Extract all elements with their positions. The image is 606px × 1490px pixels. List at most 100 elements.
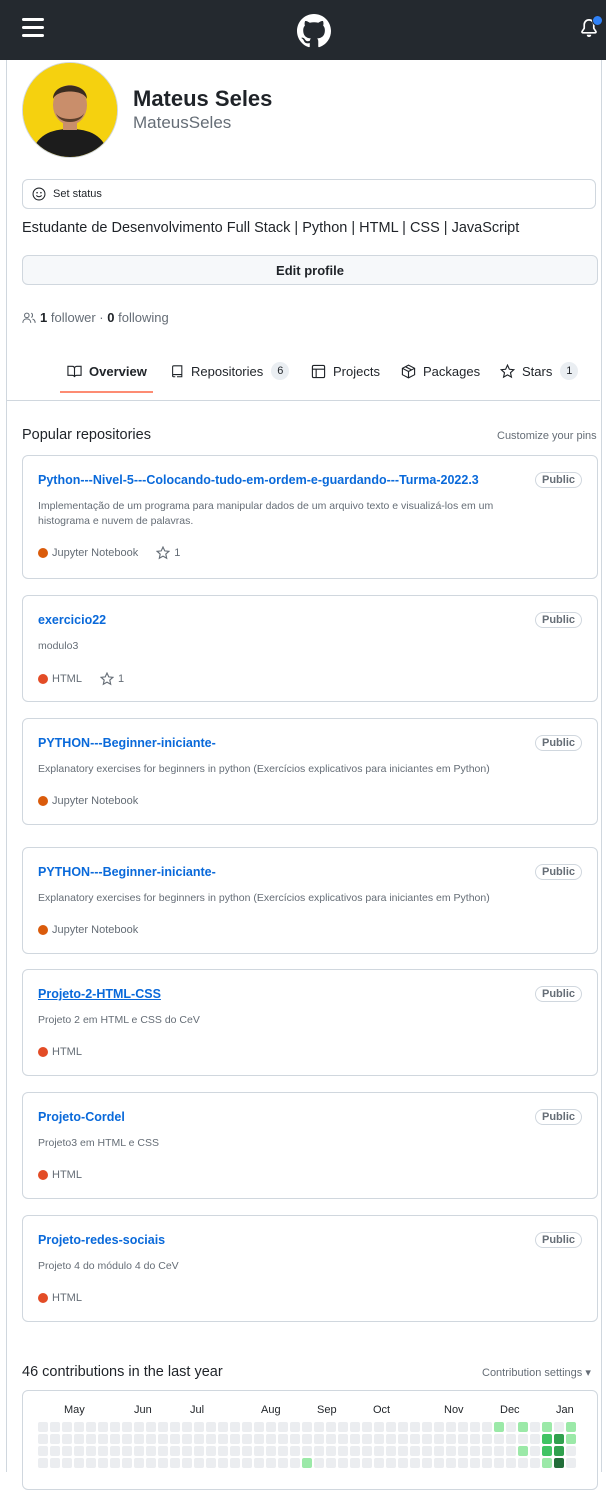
contribution-day-cell[interactable]	[554, 1458, 564, 1468]
tab-packages[interactable]: Packages	[401, 358, 480, 384]
set-status-button[interactable]: Set status	[22, 179, 596, 209]
tab-stars[interactable]: Stars 1	[500, 358, 579, 384]
contribution-day-cell[interactable]	[518, 1422, 528, 1432]
contribution-day-cell[interactable]	[362, 1422, 372, 1432]
contribution-day-cell[interactable]	[494, 1458, 504, 1468]
contribution-day-cell[interactable]	[374, 1422, 384, 1432]
contribution-day-cell[interactable]	[446, 1434, 456, 1444]
tab-projects[interactable]: Projects	[311, 358, 380, 384]
contribution-day-cell[interactable]	[278, 1422, 288, 1432]
contribution-day-cell[interactable]	[38, 1458, 48, 1468]
contribution-day-cell[interactable]	[434, 1446, 444, 1456]
repo-name-link[interactable]: PYTHON---Beginner-iniciante-	[38, 736, 216, 750]
contribution-day-cell[interactable]	[494, 1434, 504, 1444]
contribution-day-cell[interactable]	[374, 1434, 384, 1444]
contribution-day-cell[interactable]	[542, 1434, 552, 1444]
contribution-day-cell[interactable]	[62, 1434, 72, 1444]
contribution-day-cell[interactable]	[86, 1422, 96, 1432]
contribution-day-cell[interactable]	[554, 1434, 564, 1444]
contribution-day-cell[interactable]	[506, 1422, 516, 1432]
contribution-day-cell[interactable]	[38, 1434, 48, 1444]
contribution-day-cell[interactable]	[194, 1422, 204, 1432]
contribution-day-cell[interactable]	[350, 1446, 360, 1456]
contribution-day-cell[interactable]	[566, 1422, 576, 1432]
contribution-day-cell[interactable]	[242, 1458, 252, 1468]
contribution-day-cell[interactable]	[530, 1434, 540, 1444]
contribution-day-cell[interactable]	[458, 1446, 468, 1456]
contribution-day-cell[interactable]	[566, 1434, 576, 1444]
contribution-day-cell[interactable]	[254, 1434, 264, 1444]
contribution-day-cell[interactable]	[302, 1458, 312, 1468]
contribution-day-cell[interactable]	[230, 1458, 240, 1468]
contribution-day-cell[interactable]	[506, 1434, 516, 1444]
contribution-day-cell[interactable]	[218, 1434, 228, 1444]
contribution-day-cell[interactable]	[230, 1446, 240, 1456]
contribution-day-cell[interactable]	[566, 1458, 576, 1468]
contribution-day-cell[interactable]	[314, 1422, 324, 1432]
tab-overview[interactable]: Overview	[67, 358, 147, 384]
contribution-day-cell[interactable]	[518, 1446, 528, 1456]
contribution-day-cell[interactable]	[542, 1458, 552, 1468]
contribution-day-cell[interactable]	[194, 1446, 204, 1456]
following-link[interactable]: 0 following	[107, 310, 168, 325]
contribution-day-cell[interactable]	[290, 1434, 300, 1444]
contribution-day-cell[interactable]	[122, 1434, 132, 1444]
contribution-day-cell[interactable]	[98, 1434, 108, 1444]
contribution-day-cell[interactable]	[446, 1422, 456, 1432]
contribution-day-cell[interactable]	[182, 1434, 192, 1444]
contribution-day-cell[interactable]	[434, 1458, 444, 1468]
contribution-day-cell[interactable]	[242, 1434, 252, 1444]
repo-name-link[interactable]: PYTHON---Beginner-iniciante-	[38, 865, 216, 879]
repo-name-link[interactable]: exercicio22	[38, 613, 106, 627]
contribution-day-cell[interactable]	[98, 1458, 108, 1468]
contribution-day-cell[interactable]	[338, 1422, 348, 1432]
contribution-day-cell[interactable]	[470, 1458, 480, 1468]
contribution-day-cell[interactable]	[458, 1434, 468, 1444]
repo-stars-link[interactable]: 1	[99, 672, 124, 686]
contribution-day-cell[interactable]	[218, 1446, 228, 1456]
contribution-day-cell[interactable]	[170, 1446, 180, 1456]
contribution-day-cell[interactable]	[398, 1422, 408, 1432]
contribution-day-cell[interactable]	[530, 1458, 540, 1468]
contribution-day-cell[interactable]	[134, 1434, 144, 1444]
contribution-day-cell[interactable]	[458, 1422, 468, 1432]
contribution-day-cell[interactable]	[398, 1434, 408, 1444]
contribution-day-cell[interactable]	[326, 1458, 336, 1468]
repo-name-link[interactable]: Projeto-Cordel	[38, 1110, 125, 1124]
contribution-day-cell[interactable]	[50, 1434, 60, 1444]
contribution-settings-dropdown[interactable]: Contribution settings ▾	[482, 1366, 591, 1379]
contribution-day-cell[interactable]	[362, 1458, 372, 1468]
contribution-day-cell[interactable]	[230, 1422, 240, 1432]
contribution-day-cell[interactable]	[566, 1446, 576, 1456]
contribution-day-cell[interactable]	[266, 1446, 276, 1456]
contribution-day-cell[interactable]	[110, 1422, 120, 1432]
repo-stars-link[interactable]: 1	[156, 546, 180, 560]
contribution-day-cell[interactable]	[194, 1458, 204, 1468]
contribution-day-cell[interactable]	[386, 1422, 396, 1432]
contribution-day-cell[interactable]	[218, 1458, 228, 1468]
contribution-day-cell[interactable]	[494, 1422, 504, 1432]
contribution-day-cell[interactable]	[422, 1434, 432, 1444]
contribution-day-cell[interactable]	[554, 1446, 564, 1456]
contribution-day-cell[interactable]	[338, 1434, 348, 1444]
contribution-day-cell[interactable]	[170, 1422, 180, 1432]
contribution-day-cell[interactable]	[314, 1434, 324, 1444]
contribution-day-cell[interactable]	[458, 1458, 468, 1468]
contribution-day-cell[interactable]	[230, 1434, 240, 1444]
contribution-day-cell[interactable]	[86, 1434, 96, 1444]
contribution-day-cell[interactable]	[278, 1446, 288, 1456]
contribution-day-cell[interactable]	[422, 1446, 432, 1456]
contribution-day-cell[interactable]	[410, 1458, 420, 1468]
contribution-day-cell[interactable]	[554, 1422, 564, 1432]
repo-name-link[interactable]: Python---Nivel-5---Colocando-tudo-em-ord…	[38, 473, 479, 487]
contribution-day-cell[interactable]	[74, 1422, 84, 1432]
contribution-day-cell[interactable]	[446, 1458, 456, 1468]
contribution-day-cell[interactable]	[410, 1422, 420, 1432]
contribution-day-cell[interactable]	[62, 1422, 72, 1432]
contribution-day-cell[interactable]	[158, 1422, 168, 1432]
contribution-day-cell[interactable]	[86, 1446, 96, 1456]
contribution-day-cell[interactable]	[422, 1422, 432, 1432]
contribution-day-cell[interactable]	[338, 1458, 348, 1468]
contribution-day-cell[interactable]	[146, 1446, 156, 1456]
contribution-day-cell[interactable]	[158, 1434, 168, 1444]
